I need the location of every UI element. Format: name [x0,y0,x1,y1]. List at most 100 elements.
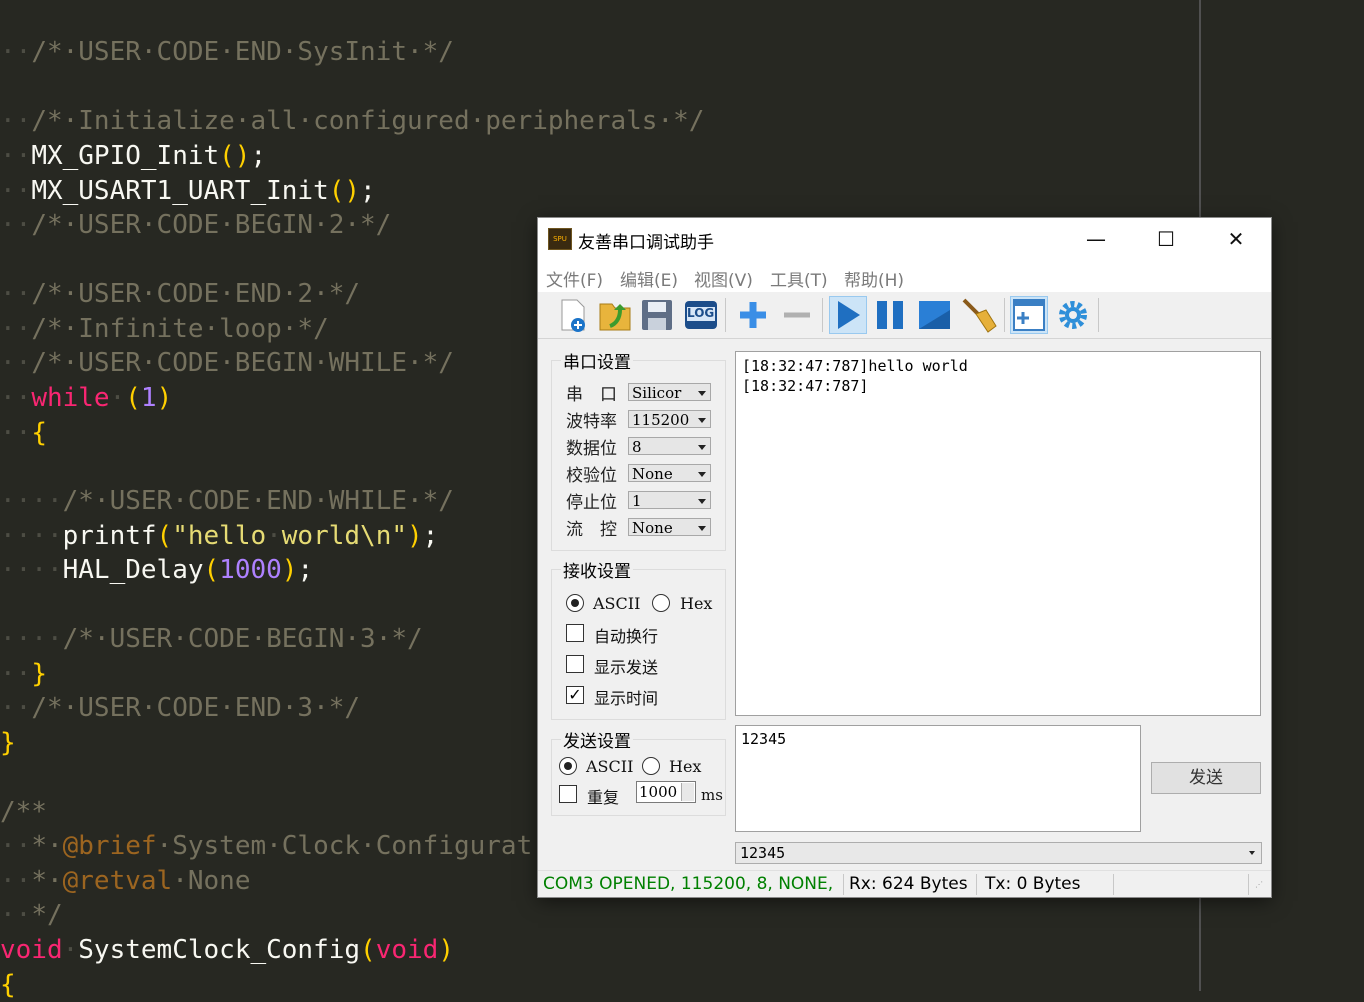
code-token: *· [31,831,63,861]
receive-textarea[interactable]: [18:32:47:787]hello world [18:32:47:787] [735,351,1261,716]
spin-up-icon[interactable] [681,783,694,792]
code-token: ) [438,935,454,965]
add-window-icon[interactable] [1010,296,1048,334]
serial-setting-value: 8 [632,438,642,455]
show-send-checkbox[interactable] [566,655,584,673]
code-token: ) [281,555,298,585]
recv-ascii-radio[interactable] [566,594,584,612]
status-separator [843,874,844,895]
serial-setting-dropdown[interactable]: None [628,464,711,482]
code-line: ··while·(1) [0,381,172,415]
chevron-down-icon [1249,851,1255,855]
chevron-down-icon [698,472,706,477]
send-textarea[interactable]: 12345 [735,725,1141,832]
broom-clear-icon[interactable] [960,296,998,334]
code-line: ··*/ [0,898,63,932]
recv-hex-radio[interactable] [652,594,670,612]
repeat-send-label: 重复 [587,788,620,807]
code-line: ··/*·Initialize·all·configured·periphera… [0,104,704,138]
menu-view[interactable]: 视图(V) [694,266,753,291]
send-hex-radio[interactable] [642,757,660,775]
code-token: /*·USER·CODE·END·SysInit·*/ [31,37,454,67]
code-line: ··/*·Infinite·loop·*/ [0,312,329,346]
status-tx: Tx: 0 Bytes [985,874,1081,894]
indent-whitespace: ···· [0,624,63,654]
code-token: { [0,970,16,1000]
serial-setting-dropdown[interactable]: 115200 [628,410,711,428]
code-line: ····HAL_Delay(1000); [0,553,313,587]
code-token: ; [422,521,439,551]
indent-whitespace: ·· [0,659,32,689]
repeat-send-checkbox[interactable] [559,785,577,803]
title-bar[interactable]: SPU 友善串口调试助手 — ☐ ✕ [538,218,1271,260]
code-line: ··*·@brief·System·Clock·Configurat [0,829,532,863]
code-token: ( [360,935,376,965]
status-bar: COM3 OPENED, 115200, 8, NONE, Rx: 624 By… [538,870,1271,897]
indent-whitespace: ·· [0,141,32,171]
show-time-checkbox[interactable]: ✓ [566,686,584,704]
indent-whitespace: ·· [0,348,32,378]
send-history-value: 12345 [740,844,786,862]
auto-wrap-label: 自动换行 [594,627,659,646]
code-token: *· [31,866,63,896]
chevron-down-icon [698,418,706,423]
code-token: SystemClock_Config [78,935,361,965]
indent-whitespace: ·· [0,314,32,344]
serial-setting-dropdown[interactable]: None [628,518,711,536]
menu-tools[interactable]: 工具(T) [770,266,828,291]
toolbar-separator [1098,298,1099,332]
plus-icon[interactable] [734,296,772,334]
send-hex-label: Hex [669,757,702,776]
serial-setting-value: Silicor [632,384,682,401]
save-icon[interactable] [638,296,676,334]
receive-settings-title: 接收设置 [561,557,633,582]
code-line: ··/*·USER·CODE·END·3·*/ [0,691,360,725]
send-ascii-radio[interactable] [559,757,577,775]
code-line: ··/*·USER·CODE·END·2·*/ [0,277,360,311]
stop-icon[interactable] [916,296,954,334]
code-token: /*·Infinite·loop·*/ [31,314,329,344]
close-button[interactable]: ✕ [1201,218,1271,260]
show-time-label: 显示时间 [594,689,659,708]
code-token: ·None [172,866,251,896]
send-button[interactable]: 发送 [1151,762,1261,794]
open-folder-icon[interactable] [596,296,634,334]
serial-setting-value: 115200 [632,411,690,428]
serial-setting-label: 流 控 [566,520,617,540]
status-separator [976,874,977,895]
maximize-button[interactable]: ☐ [1131,218,1201,260]
code-token: ) [407,521,423,551]
pause-icon[interactable] [872,296,910,334]
serial-setting-dropdown[interactable]: 1 [628,491,711,509]
indent-whitespace: ·· [0,900,32,930]
menu-help[interactable]: 帮助(H) [844,266,904,291]
play-icon[interactable] [829,296,867,334]
serial-setting-dropdown[interactable]: 8 [628,437,711,455]
recv-ascii-label: ASCII [593,594,641,613]
code-line: ··*·@retval·None [0,864,250,898]
indent-whitespace: ·· [0,693,32,723]
menu-edit[interactable]: 编辑(E) [620,266,678,291]
resize-grip-icon[interactable]: ⋰ [1255,881,1263,889]
code-token: } [31,659,47,689]
code-line: ····/*·USER·CODE·END·WHILE·*/ [0,484,454,518]
code-token: ( [156,521,173,551]
minimize-button[interactable]: — [1061,218,1131,260]
code-token: printf [62,521,157,551]
settings-gear-icon[interactable] [1054,296,1092,334]
log-icon[interactable]: LOG [682,296,720,334]
serial-setting-value: 1 [632,492,642,509]
auto-wrap-checkbox[interactable] [566,624,584,642]
indent-whitespace: ·· [0,383,32,413]
serial-setting-label: 波特率 [566,412,617,432]
minus-icon[interactable] [778,296,816,334]
repeat-interval-spinner[interactable]: 1000 [636,781,696,803]
code-token: HAL_Delay [62,555,204,585]
serial-setting-dropdown[interactable]: Silicor [628,383,711,401]
send-history-dropdown[interactable]: 12345 [735,842,1262,864]
spin-down-icon[interactable] [681,792,694,801]
menu-file[interactable]: 文件(F) [546,266,603,291]
indent-whitespace: ·· [0,866,32,896]
code-line: ····/*·USER·CODE·BEGIN·3·*/ [0,622,423,656]
new-icon[interactable] [554,296,592,334]
